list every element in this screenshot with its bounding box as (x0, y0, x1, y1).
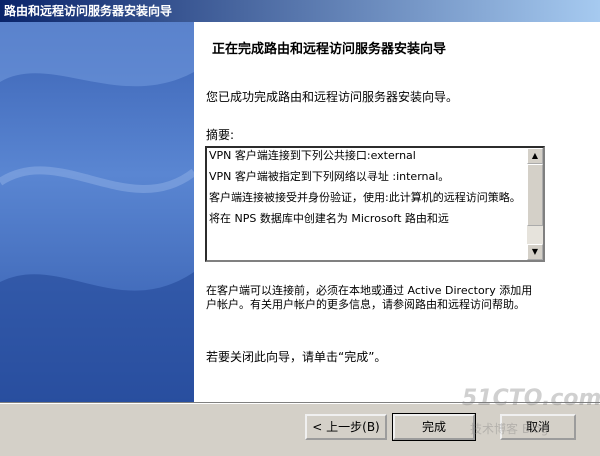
closing-instruction: 若要关闭此向导，请单击“完成”。 (206, 350, 387, 364)
wizard-side-banner (0, 22, 194, 402)
page-title: 正在完成路由和远程访问服务器安装向导 (212, 42, 447, 57)
scroll-up-arrow-icon[interactable]: ▲ (527, 148, 543, 164)
intro-text: 您已成功完成路由和远程访问服务器安装向导。 (206, 90, 459, 104)
summary-line: 客户端连接被接受并身份验证，使用:此计算机的远程访问策略。 (209, 191, 521, 204)
summary-textbox[interactable]: VPN 客户端连接到下列公共接口:external VPN 客户端被指定到下列网… (205, 146, 545, 262)
summary-line: VPN 客户端连接到下列公共接口:external (209, 149, 416, 162)
scroll-down-arrow-icon[interactable]: ▼ (527, 244, 543, 260)
wizard-content-panel: 正在完成路由和远程访问服务器安装向导 您已成功完成路由和远程访问服务器安装向导。… (194, 22, 600, 402)
cancel-button[interactable]: 取消 (500, 414, 576, 440)
summary-scrollbar[interactable]: ▲ ▼ (527, 148, 543, 260)
account-note-text: 在客户端可以连接前，必须在本地或通过 Active Directory 添加用户… (206, 284, 533, 311)
summary-label: 摘要: (206, 128, 235, 142)
button-separator (0, 402, 600, 404)
back-button[interactable]: < 上一步(B) (305, 414, 387, 440)
window-title: 路由和远程访问服务器安装向导 (0, 0, 600, 22)
summary-text-area: VPN 客户端连接到下列公共接口:external VPN 客户端被指定到下列网… (209, 148, 527, 260)
finish-button[interactable]: 完成 (392, 413, 476, 441)
scrollbar-thumb[interactable] (527, 164, 543, 226)
summary-line: 将在 NPS 数据库中创建名为 Microsoft 路由和远 (209, 212, 449, 225)
banner-wave-graphic (0, 22, 194, 402)
summary-line: VPN 客户端被指定到下列网络以寻址 :internal。 (209, 170, 450, 183)
